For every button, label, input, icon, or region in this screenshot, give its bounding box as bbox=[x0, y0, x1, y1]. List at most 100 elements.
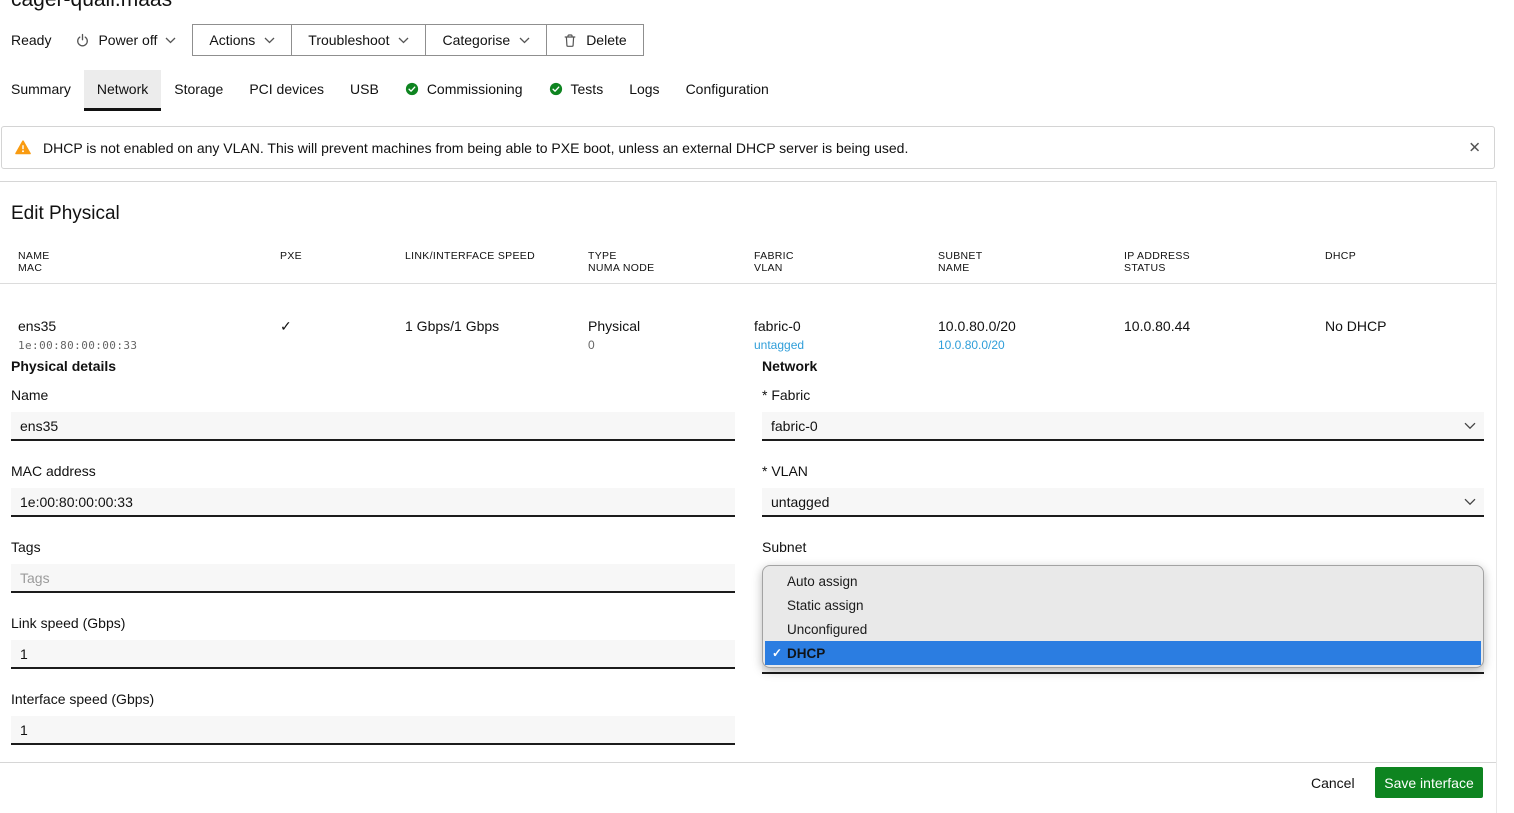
tags-input[interactable] bbox=[11, 564, 735, 593]
interface-speed-input[interactable] bbox=[11, 716, 735, 745]
tab-label: Storage bbox=[174, 81, 223, 97]
selected-check-icon: ✓ bbox=[772, 646, 782, 660]
interface-table: NAMEMAC PXE LINK/INTERFACE SPEED TYPENUM… bbox=[18, 250, 1478, 353]
numa-node: 0 bbox=[588, 338, 754, 353]
cell-ip-status: 10.0.80.44 bbox=[1124, 318, 1325, 353]
ip-address: 10.0.80.44 bbox=[1124, 318, 1325, 335]
link-speed-field-group: Link speed (Gbps) bbox=[11, 615, 735, 669]
vlan-link[interactable]: untagged bbox=[754, 338, 938, 353]
status-bar: Ready Power off Actions Troubleshoot bbox=[11, 24, 644, 56]
machine-tabs: Summary Network Storage PCI devices USB … bbox=[0, 70, 782, 111]
chevron-down-icon bbox=[165, 37, 176, 44]
power-label: Power off bbox=[98, 32, 157, 48]
tab-usb[interactable]: USB bbox=[337, 70, 392, 111]
tab-label: Tests bbox=[571, 81, 604, 97]
categorise-button[interactable]: Categorise bbox=[426, 25, 547, 55]
tab-tests[interactable]: Tests bbox=[536, 70, 617, 111]
trash-icon bbox=[563, 33, 577, 48]
interface-type: Physical bbox=[588, 318, 754, 335]
categorise-button-label: Categorise bbox=[442, 32, 510, 48]
vlan-select[interactable]: untagged bbox=[762, 488, 1484, 517]
interface-speed-field-group: Interface speed (Gbps) bbox=[11, 691, 735, 745]
fabric-field-group: * Fabric fabric-0 bbox=[762, 387, 1484, 441]
banner-message: DHCP is not enabled on any VLAN. This wi… bbox=[43, 140, 908, 156]
delete-button[interactable]: Delete bbox=[547, 25, 642, 55]
save-interface-button[interactable]: Save interface bbox=[1375, 767, 1483, 798]
subnet-name-link[interactable]: 10.0.80.0/20 bbox=[938, 338, 1124, 353]
dhcp-status: No DHCP bbox=[1325, 318, 1478, 335]
option-auto-assign[interactable]: Auto assign bbox=[765, 569, 1481, 593]
cell-subnet-name: 10.0.80.0/20 10.0.80.0/20 bbox=[938, 318, 1124, 353]
subnet-value: 10.0.80.0/20 bbox=[938, 318, 1124, 335]
mac-label: MAC address bbox=[11, 463, 735, 479]
fabric-label: * Fabric bbox=[762, 387, 1484, 403]
link-speed-input[interactable] bbox=[11, 640, 735, 669]
tab-commissioning[interactable]: Commissioning bbox=[392, 70, 536, 111]
machine-status: Ready bbox=[11, 32, 51, 48]
tab-summary[interactable]: Summary bbox=[0, 70, 84, 111]
vlan-field-group: * VLAN untagged bbox=[762, 463, 1484, 517]
chevron-down-icon bbox=[1464, 422, 1476, 430]
vlan-label: * VLAN bbox=[762, 463, 1484, 479]
mac-input[interactable] bbox=[11, 488, 735, 517]
cancel-button[interactable]: Cancel bbox=[1303, 768, 1363, 798]
pxe-check-icon: ✓ bbox=[280, 318, 405, 335]
success-check-icon bbox=[405, 82, 419, 96]
cell-pxe: ✓ bbox=[280, 318, 405, 353]
success-check-icon bbox=[549, 82, 563, 96]
tab-label: USB bbox=[350, 81, 379, 97]
tab-logs[interactable]: Logs bbox=[616, 70, 672, 111]
option-label: Auto assign bbox=[787, 574, 858, 589]
fabric-select-value: fabric-0 bbox=[771, 418, 818, 434]
machine-detail-page: cager-quail.maas Ready Power off Actions… bbox=[0, 0, 1514, 813]
cell-name-mac: ens35 1e:00:80:00:00:33 bbox=[18, 318, 280, 353]
link-speed-label: Link speed (Gbps) bbox=[11, 615, 735, 631]
cell-fabric-vlan: fabric-0 untagged bbox=[754, 318, 938, 353]
tab-label: Configuration bbox=[686, 81, 769, 97]
troubleshoot-button[interactable]: Troubleshoot bbox=[292, 25, 426, 55]
vlan-select-value: untagged bbox=[771, 494, 829, 510]
subnet-label: Subnet bbox=[762, 539, 1484, 555]
table-header-border bbox=[0, 283, 1496, 284]
tab-network[interactable]: Network bbox=[84, 70, 161, 111]
tab-label: Summary bbox=[11, 81, 71, 97]
tab-label: Network bbox=[97, 81, 148, 97]
edit-physical-title: Edit Physical bbox=[11, 203, 120, 225]
tags-label: Tags bbox=[11, 539, 735, 555]
mac-field-group: MAC address bbox=[11, 463, 735, 517]
tab-label: PCI devices bbox=[249, 81, 324, 97]
option-dhcp[interactable]: ✓ DHCP bbox=[765, 641, 1481, 665]
power-dropdown[interactable]: Power off bbox=[75, 32, 176, 48]
physical-details-heading: Physical details bbox=[11, 358, 735, 374]
subnet-field-group: Subnet bbox=[762, 539, 1484, 555]
network-section: Network * Fabric fabric-0 * VLAN untagge… bbox=[762, 358, 1484, 577]
option-unconfigured[interactable]: Unconfigured bbox=[765, 617, 1481, 641]
subnet-dropdown-popup: Auto assign Static assign Unconfigured ✓… bbox=[762, 565, 1484, 668]
option-static-assign[interactable]: Static assign bbox=[765, 593, 1481, 617]
tab-label: Logs bbox=[629, 81, 659, 97]
close-icon[interactable]: ✕ bbox=[1468, 140, 1481, 155]
panel-right-border bbox=[1496, 181, 1497, 813]
name-field-group: Name bbox=[11, 387, 735, 441]
chevron-down-icon bbox=[1464, 498, 1476, 506]
section-divider bbox=[0, 181, 1496, 182]
fabric-value: fabric-0 bbox=[754, 318, 938, 335]
actions-button[interactable]: Actions bbox=[193, 25, 292, 55]
option-label: Unconfigured bbox=[787, 622, 867, 637]
actions-button-label: Actions bbox=[209, 32, 255, 48]
machine-title: cager-quail.maas bbox=[11, 0, 172, 12]
fabric-select[interactable]: fabric-0 bbox=[762, 412, 1484, 441]
action-button-group: Actions Troubleshoot Categorise bbox=[192, 24, 643, 56]
tab-configuration[interactable]: Configuration bbox=[673, 70, 782, 111]
delete-button-label: Delete bbox=[586, 32, 626, 48]
tab-pci-devices[interactable]: PCI devices bbox=[236, 70, 337, 111]
option-label: Static assign bbox=[787, 598, 864, 613]
dhcp-warning-banner: DHCP is not enabled on any VLAN. This wi… bbox=[1, 126, 1495, 169]
warning-icon bbox=[15, 140, 31, 155]
physical-details-section: Physical details Name MAC address Tags L… bbox=[11, 358, 735, 767]
tab-storage[interactable]: Storage bbox=[161, 70, 236, 111]
cell-dhcp: No DHCP bbox=[1325, 318, 1478, 353]
name-input[interactable] bbox=[11, 412, 735, 441]
network-heading: Network bbox=[762, 358, 1484, 374]
interface-speed-value: 1 Gbps/1 Gbps bbox=[405, 318, 588, 335]
